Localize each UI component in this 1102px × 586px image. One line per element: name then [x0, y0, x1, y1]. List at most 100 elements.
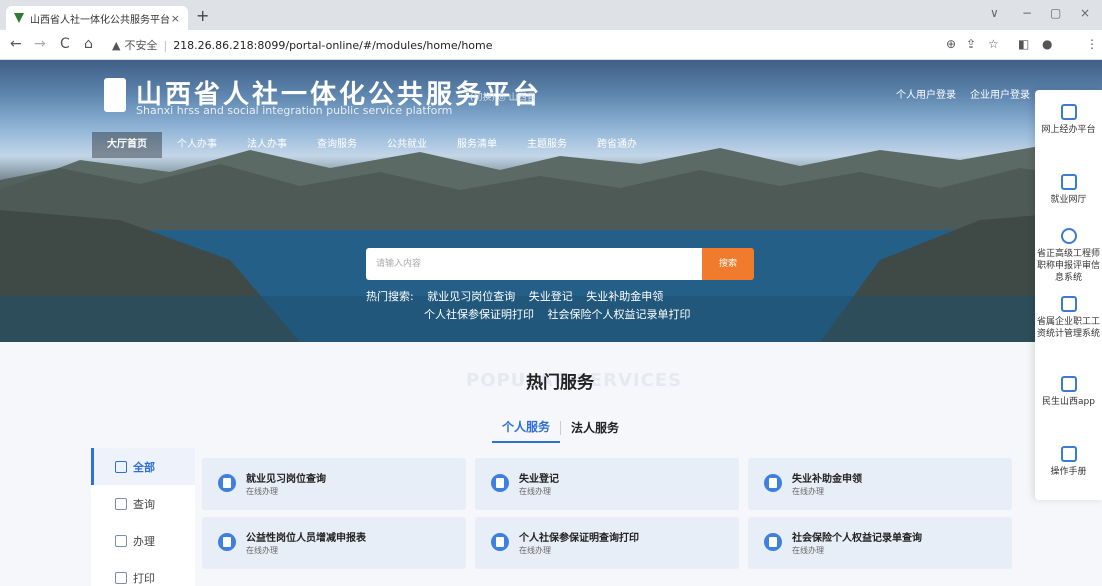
- category-query[interactable]: 查询: [91, 485, 195, 522]
- search-doc-icon: [115, 497, 127, 510]
- service-doc-icon: [491, 474, 509, 492]
- personal-login-link[interactable]: 个人用户登录: [896, 86, 956, 101]
- tab-personal-service[interactable]: 个人服务: [492, 418, 561, 443]
- category-label: 全部: [133, 460, 155, 474]
- quick-link-engineer-title[interactable]: 省正高级工程师职称申报评审信息系统: [1035, 228, 1102, 284]
- quick-link-label: 操作手册: [1050, 467, 1087, 477]
- login-links: 个人用户登录 企业用户登录: [896, 86, 1030, 101]
- service-name: 个人社保参保证明查询打印: [519, 533, 639, 544]
- category-print[interactable]: 打印: [91, 559, 195, 586]
- category-handle[interactable]: 办理: [91, 522, 195, 559]
- main-nav: 大厅首页 个人办事 法人办事 查询服务 公共就业 服务清单 主题服务 跨省通办: [92, 132, 652, 158]
- quick-link-label: 网上经办平台: [1041, 125, 1096, 135]
- category-label: 办理: [133, 534, 155, 548]
- nav-legal-person[interactable]: 法人办事: [232, 132, 302, 158]
- right-quick-panel: 网上经办平台 就业网厅 省正高级工程师职称申报评审信息系统 省属企业职工工资统计…: [1035, 90, 1102, 500]
- nav-home[interactable]: 大厅首页: [92, 132, 162, 158]
- nav-query[interactable]: 查询服务: [302, 132, 372, 158]
- service-name: 失业登记: [519, 474, 559, 485]
- share-icon[interactable]: ⇪: [966, 37, 976, 51]
- home-button[interactable]: ⌂: [84, 36, 93, 52]
- hot-search-link[interactable]: 就业见习岗位查询: [427, 290, 515, 303]
- service-card[interactable]: 失业补助金申领 在线办理: [748, 458, 1012, 510]
- category-label: 打印: [133, 571, 155, 585]
- service-action[interactable]: 在线办理: [519, 545, 551, 556]
- search-input[interactable]: 请输入内容: [366, 248, 702, 280]
- hot-search-link[interactable]: 社会保险个人权益记录单打印: [548, 308, 691, 321]
- browser-tabbar: 山西省人社一体化公共服务平台 × + ∨ − ▢ ×: [0, 0, 1102, 30]
- service-tabs: 个人服务 法人服务: [492, 418, 629, 443]
- service-card[interactable]: 社会保险个人权益记录单查询 在线办理: [748, 517, 1012, 569]
- warning-icon[interactable]: ▲: [112, 39, 120, 52]
- browser-toolbar: ← → C ⌂ ▲ 不安全 | 218.26.86.218:8099/porta…: [0, 30, 1102, 60]
- service-name: 社会保险个人权益记录单查询: [792, 533, 922, 544]
- nav-employment[interactable]: 公共就业: [372, 132, 442, 158]
- tab-close-icon[interactable]: ×: [171, 12, 180, 25]
- back-button[interactable]: ←: [10, 36, 22, 52]
- minimize-button[interactable]: −: [1022, 6, 1032, 20]
- new-tab-button[interactable]: +: [196, 6, 209, 25]
- hot-search-link[interactable]: 失业登记: [529, 290, 573, 303]
- forward-button[interactable]: →: [34, 36, 46, 52]
- quick-link-label: 民生山西app: [1042, 397, 1095, 407]
- service-action[interactable]: 在线办理: [792, 545, 824, 556]
- service-action[interactable]: 在线办理: [246, 486, 278, 497]
- service-card[interactable]: 就业见习岗位查询 在线办理: [202, 458, 466, 510]
- list-icon: [115, 534, 127, 547]
- service-action[interactable]: 在线办理: [519, 486, 551, 497]
- phone-icon: [1060, 376, 1077, 392]
- close-window-button[interactable]: ×: [1080, 6, 1090, 20]
- quick-link-wage-stats[interactable]: 省属企业职工工资统计管理系统: [1035, 296, 1102, 340]
- sidepanel-icon[interactable]: ◧: [1018, 37, 1029, 51]
- tab-title: 山西省人社一体化公共服务平台: [30, 14, 170, 26]
- service-doc-icon: [218, 474, 236, 492]
- maximize-button[interactable]: ▢: [1050, 6, 1061, 20]
- nav-personal[interactable]: 个人办事: [162, 132, 232, 158]
- hero-banner: 山西省人社一体化公共服务平台 Shanxi hrss and social in…: [0, 60, 1102, 342]
- service-doc-icon: [218, 533, 236, 551]
- service-name: 公益性岗位人员增减申报表: [246, 533, 366, 544]
- medal-icon: [1060, 228, 1077, 244]
- browser-tab[interactable]: 山西省人社一体化公共服务平台 ×: [6, 6, 188, 30]
- browser-menu-icon[interactable]: ⋮: [1086, 37, 1098, 51]
- service-name: 失业补助金申领: [792, 474, 862, 485]
- service-doc-icon: [764, 533, 782, 551]
- zoom-icon[interactable]: ⊕: [946, 37, 956, 51]
- profile-avatar-icon[interactable]: ●: [1042, 37, 1052, 51]
- reload-button[interactable]: C: [60, 36, 70, 52]
- bookmark-star-icon[interactable]: ☆: [988, 37, 999, 51]
- quick-link-manual[interactable]: 操作手册: [1035, 446, 1102, 478]
- quick-link-label: 就业网厅: [1050, 195, 1087, 205]
- service-card[interactable]: 失业登记 在线办理: [475, 458, 739, 510]
- service-card[interactable]: 个人社保参保证明查询打印 在线办理: [475, 517, 739, 569]
- quick-link-label: 省属企业职工工资统计管理系统: [1036, 317, 1100, 339]
- quick-link-app[interactable]: 民生山西app: [1035, 376, 1102, 408]
- manual-icon: [1060, 446, 1077, 462]
- region-switch[interactable]: (切换) ◎ 山西省: [470, 90, 536, 103]
- service-card[interactable]: 公益性岗位人员增减申报表 在线办理: [202, 517, 466, 569]
- quick-link-online-office[interactable]: 网上经办平台: [1035, 104, 1102, 136]
- quick-link-label: 省正高级工程师职称申报评审信息系统: [1036, 249, 1100, 283]
- service-doc-icon: [764, 474, 782, 492]
- nav-theme-service[interactable]: 主题服务: [512, 132, 582, 158]
- category-all[interactable]: 全部: [91, 448, 195, 485]
- url-text[interactable]: 218.26.86.218:8099/portal-online/#/modul…: [173, 39, 492, 52]
- tab-search-icon[interactable]: ∨: [990, 6, 999, 20]
- grid-icon: [115, 460, 127, 473]
- service-action[interactable]: 在线办理: [246, 545, 278, 556]
- nav-service-list[interactable]: 服务清单: [442, 132, 512, 158]
- address-bar[interactable]: ▲ 不安全 | 218.26.86.218:8099/portal-online…: [112, 34, 1012, 56]
- tab-legal-service[interactable]: 法人服务: [561, 419, 629, 442]
- service-name: 就业见习岗位查询: [246, 474, 326, 485]
- hot-search-link[interactable]: 失业补助金申领: [586, 290, 663, 303]
- service-doc-icon: [491, 533, 509, 551]
- service-action[interactable]: 在线办理: [792, 486, 824, 497]
- security-label[interactable]: 不安全: [124, 37, 157, 53]
- search-button[interactable]: 搜索: [702, 248, 754, 280]
- nav-cross-province[interactable]: 跨省通办: [582, 132, 652, 158]
- hot-search-label: 热门搜索:: [366, 290, 414, 303]
- quick-link-employment[interactable]: 就业网厅: [1035, 174, 1102, 206]
- hot-search-link[interactable]: 个人社保参保证明打印: [424, 308, 534, 321]
- company-login-link[interactable]: 企业用户登录: [970, 86, 1030, 101]
- section-title: 热门服务: [526, 373, 594, 393]
